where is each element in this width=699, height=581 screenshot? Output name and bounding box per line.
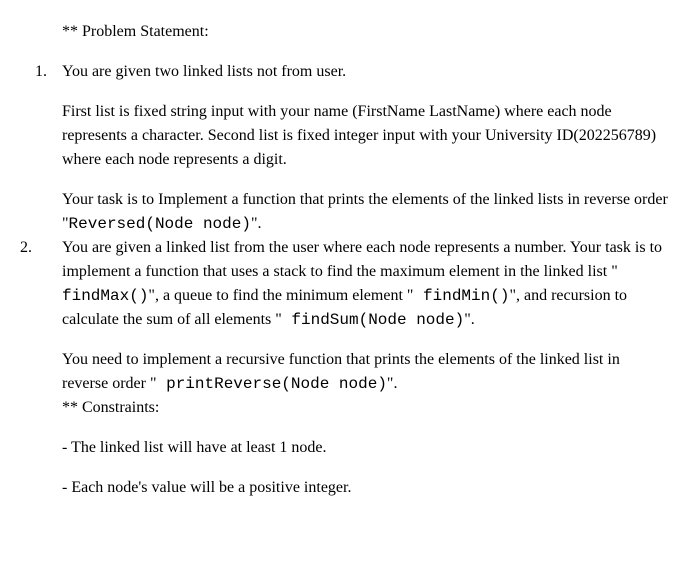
item2-para1-prefix: You are given a linked list from the use… bbox=[62, 239, 662, 280]
item1-para2-code: Reversed(Node node) bbox=[69, 215, 251, 233]
item2-para2-code: printReverse(Node node) bbox=[156, 375, 386, 393]
problem-statement-header: ** Problem Statement: bbox=[62, 20, 669, 44]
constraint-2: - Each node's value will be a positive i… bbox=[62, 476, 669, 500]
item2-para1-suffix: ". bbox=[464, 311, 475, 328]
list-item-2: 2. You are given a linked list from the … bbox=[20, 236, 669, 332]
item1-para2: Your task is to Implement a function tha… bbox=[62, 188, 669, 236]
list-number-2: 2. bbox=[20, 236, 62, 332]
item2-para1-code3: findSum(Node node) bbox=[282, 311, 464, 329]
item1-para2-suffix: ". bbox=[251, 215, 262, 232]
list-number-1: 1. bbox=[20, 60, 62, 84]
problem-statement-text: ** Problem Statement: bbox=[62, 23, 209, 40]
item1-para1: First list is fixed string input with yo… bbox=[62, 100, 669, 172]
constraint-1: - The linked list will have at least 1 n… bbox=[62, 436, 669, 460]
list-content-1: You are given two linked lists not from … bbox=[62, 60, 669, 84]
constraints-block: ** Constraints: - The linked list will h… bbox=[62, 396, 669, 500]
item2-para1-code2: findMin() bbox=[413, 287, 509, 305]
list-item-1: 1. You are given two linked lists not fr… bbox=[20, 60, 669, 84]
list-content-2: You are given a linked list from the use… bbox=[62, 236, 669, 332]
item2-para2: You need to implement a recursive functi… bbox=[62, 348, 669, 396]
item2-block: You need to implement a recursive functi… bbox=[62, 348, 669, 396]
item1-intro: You are given two linked lists not from … bbox=[62, 60, 669, 84]
item2-para1-mid1: ", a queue to find the minimum element " bbox=[148, 287, 413, 304]
item2-para2-suffix: ". bbox=[387, 375, 398, 392]
item1-block: First list is fixed string input with yo… bbox=[62, 100, 669, 236]
item2-para1: You are given a linked list from the use… bbox=[62, 236, 669, 332]
item2-para1-code1: findMax() bbox=[62, 287, 148, 305]
constraints-header: ** Constraints: bbox=[62, 396, 669, 420]
